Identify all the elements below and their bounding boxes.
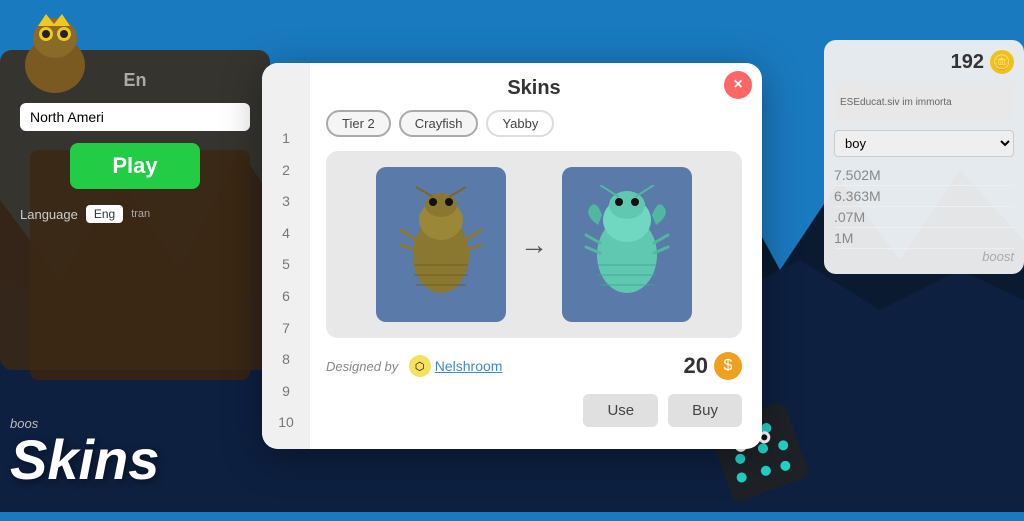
skin-card-normal xyxy=(376,167,506,322)
modal-overlay: 1 2 3 4 5 6 7 8 9 10 Skins × Tier 2 Cray… xyxy=(0,0,1024,512)
price-row: 20 $ xyxy=(684,352,742,380)
skin-preview-row: → xyxy=(326,151,742,338)
action-row: Use Buy xyxy=(326,394,742,427)
tab-crayfish[interactable]: Crayfish xyxy=(399,110,479,137)
tier-tabs: Tier 2 Crayfish Yabby xyxy=(326,110,742,137)
modal-content: Skins × Tier 2 Crayfish Yabby xyxy=(310,63,762,449)
price-coin-icon: $ xyxy=(714,352,742,380)
designer-avatar: ⬡ xyxy=(409,355,431,377)
buy-button[interactable]: Buy xyxy=(668,394,742,427)
arrow-icon: → xyxy=(520,229,548,261)
sidebar-num-9: 9 xyxy=(262,376,310,408)
sidebar-num-7: 7 xyxy=(262,313,310,345)
sidebar-num-2: 2 xyxy=(262,155,310,187)
close-button[interactable]: × xyxy=(724,71,752,99)
sidebar-num-1: 1 xyxy=(262,123,310,155)
tab-yabby[interactable]: Yabby xyxy=(486,110,554,137)
crayfish-normal-svg xyxy=(396,185,486,305)
modal-title: Skins xyxy=(507,77,560,100)
modal-sidebar: 1 2 3 4 5 6 7 8 9 10 xyxy=(262,63,310,449)
sidebar-num-8: 8 xyxy=(262,344,310,376)
sidebar-num-6: 6 xyxy=(262,281,310,313)
sidebar-num-4: 4 xyxy=(262,218,310,250)
sidebar-num-3: 3 xyxy=(262,186,310,218)
skin-card-teal xyxy=(562,167,692,322)
price-value: 20 xyxy=(684,353,708,379)
crayfish-teal-svg xyxy=(582,185,672,305)
use-button[interactable]: Use xyxy=(583,394,658,427)
tab-tier2[interactable]: Tier 2 xyxy=(326,110,391,137)
skins-modal: 1 2 3 4 5 6 7 8 9 10 Skins × Tier 2 Cray… xyxy=(262,63,762,449)
designer-price-row: Designed by ⬡ Nelshroom 20 $ xyxy=(326,352,742,380)
designed-by-label: Designed by xyxy=(326,359,398,374)
modal-header: Skins × xyxy=(326,63,742,110)
sidebar-num-5: 5 xyxy=(262,249,310,281)
designer-name[interactable]: Nelshroom xyxy=(435,358,503,374)
sidebar-num-10: 10 xyxy=(262,407,310,439)
